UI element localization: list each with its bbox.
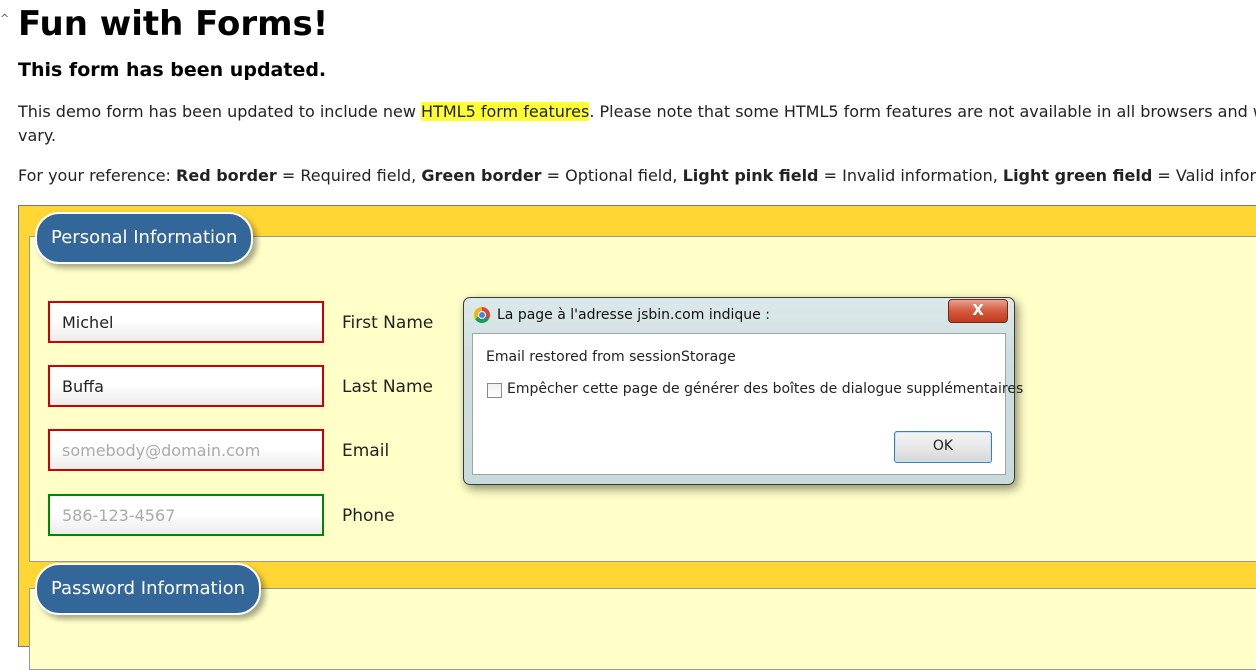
phone-label: Phone	[342, 506, 395, 526]
suppress-dialogs-checkbox[interactable]	[487, 383, 502, 398]
suppress-dialogs-label[interactable]: Empêcher cette page de générer des boîte…	[507, 381, 1023, 397]
reference-light-pink: Light pink field	[682, 166, 819, 185]
personal-information-legend: Personal Information	[35, 212, 254, 264]
dialog-title: La page à l'adresse jsbin.com indique :	[497, 307, 770, 323]
html5-features-link[interactable]: HTML5 form features	[421, 102, 590, 121]
page-subtitle: This form has been updated.	[18, 59, 327, 81]
reference-light-green: Light green field	[1002, 166, 1153, 185]
alert-dialog: La page à l'adresse jsbin.com indique : …	[463, 297, 1023, 485]
last-name-input[interactable]	[48, 365, 324, 407]
reference-green-border: Green border	[421, 166, 542, 185]
last-name-label: Last Name	[342, 377, 433, 397]
close-icon: X	[972, 301, 984, 319]
intro-text-start: This demo form has been updated to inclu…	[18, 102, 422, 121]
corner-mark: ^	[0, 12, 10, 25]
reference-light-green-text: = Valid information	[1157, 166, 1256, 185]
reference-red-border: Red border	[176, 166, 277, 185]
first-name-input[interactable]	[48, 301, 324, 343]
reference-light-pink-text: = Invalid information,	[818, 166, 1003, 185]
email-label: Email	[342, 441, 390, 461]
first-name-field	[48, 301, 324, 343]
chrome-icon	[474, 307, 490, 323]
last-name-field	[48, 365, 324, 407]
intro-paragraph: This demo form has been updated to inclu…	[18, 100, 1256, 148]
dialog-message: Email restored from sessionStorage	[486, 349, 736, 365]
close-button[interactable]: X	[948, 299, 1008, 323]
email-input[interactable]	[48, 429, 324, 471]
reference-prefix: For your reference:	[18, 166, 177, 185]
reference-red-border-text: = Required field,	[276, 166, 422, 185]
password-information-legend: Password Information	[35, 563, 261, 615]
reference-legend: For your reference: Red border = Require…	[18, 164, 1256, 188]
phone-field	[48, 494, 324, 536]
reference-green-border-text: = Optional field,	[541, 166, 683, 185]
ok-button[interactable]: OK	[894, 431, 992, 463]
dialog-body: Email restored from sessionStorage Empêc…	[472, 333, 1023, 475]
page-title: Fun with Forms!	[18, 4, 329, 44]
first-name-label: First Name	[342, 313, 434, 333]
phone-input[interactable]	[48, 494, 324, 536]
email-field	[48, 429, 324, 471]
